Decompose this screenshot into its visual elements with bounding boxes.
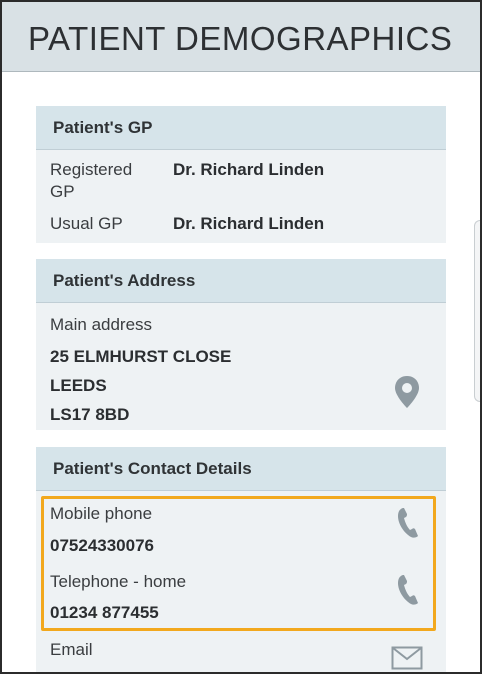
- page-header: PATIENT DEMOGRAPHICS: [2, 2, 480, 72]
- email-label: Email: [50, 640, 93, 659]
- contact-card-title: Patient's Contact Details: [53, 458, 252, 478]
- gp-card: Patient's GP Registered GP Dr. Richard L…: [36, 106, 446, 243]
- gp-card-title: Patient's GP: [53, 117, 153, 137]
- scroll-handle[interactable]: [474, 220, 480, 402]
- address-card-header: Patient's Address: [36, 259, 446, 303]
- registered-gp-value: Dr. Richard Linden: [173, 160, 325, 179]
- registered-gp-label-line2: GP: [50, 182, 75, 201]
- map-pin-icon[interactable]: [394, 375, 420, 414]
- usual-gp-label: Usual GP: [50, 214, 123, 233]
- usual-gp-value: Dr. Richard Linden: [173, 214, 325, 233]
- address-line-3: LS17 8BD: [50, 405, 130, 424]
- phone-numbers-highlight: [41, 496, 436, 631]
- main-address-label: Main address: [50, 315, 153, 334]
- contact-card-header: Patient's Contact Details: [36, 447, 446, 491]
- app-frame: PATIENT DEMOGRAPHICS Patient's GP Regist…: [0, 0, 482, 674]
- address-line-1: 25 ELMHURST CLOSE: [50, 347, 232, 366]
- registered-gp-label-line1: Registered: [50, 160, 133, 179]
- address-card: Patient's Address Main address 25 ELMHUR…: [36, 259, 446, 430]
- address-card-title: Patient's Address: [53, 270, 196, 290]
- address-line-2: LEEDS: [50, 376, 107, 395]
- envelope-icon[interactable]: [391, 646, 423, 672]
- page-title: PATIENT DEMOGRAPHICS: [28, 20, 453, 57]
- gp-card-header: Patient's GP: [36, 106, 446, 150]
